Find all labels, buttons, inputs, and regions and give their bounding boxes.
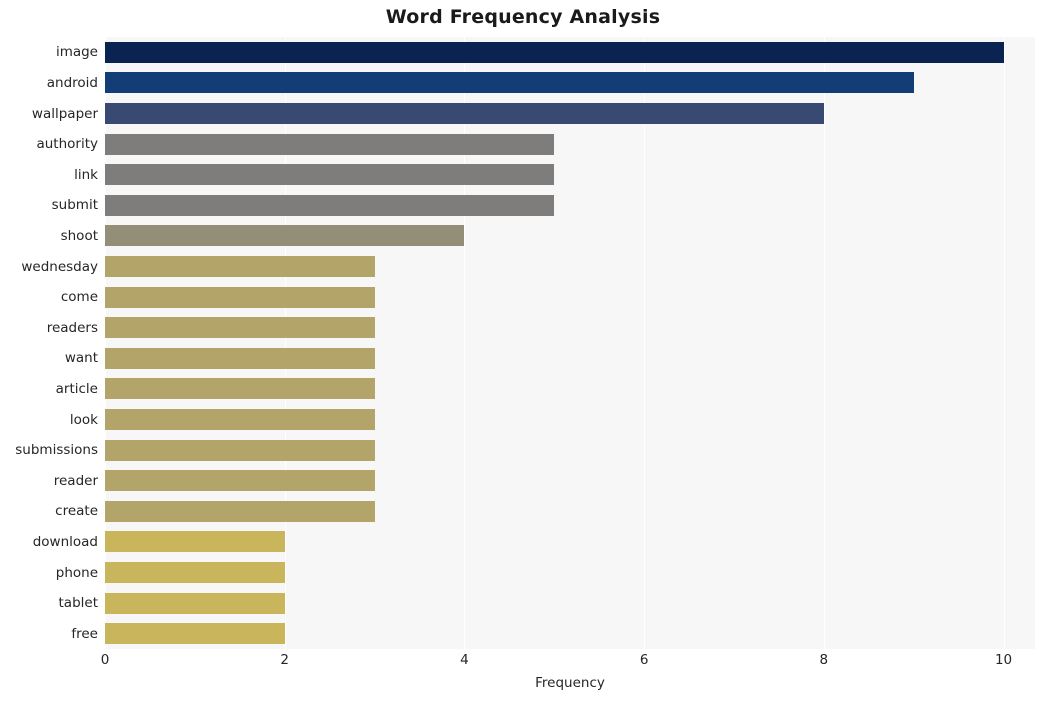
y-axis-tick-label: image [55, 44, 98, 61]
bar [105, 347, 375, 369]
bar [105, 623, 285, 645]
y-axis-tick-label: tablet [58, 595, 99, 612]
y-axis-tick-label: submissions [15, 442, 98, 459]
y-axis-tick-label: come [60, 289, 98, 306]
y-axis-tick-label: submit [51, 197, 98, 214]
bar [105, 256, 375, 277]
y-axis-tick-label: reader [53, 472, 98, 489]
x-axis-tick-label: 6 [639, 652, 649, 668]
chart-figure: Word Frequency Analysis image android wall… [0, 0, 1046, 701]
bar [105, 562, 285, 583]
bar [105, 286, 375, 308]
y-axis-tick-label: shoot [60, 227, 98, 244]
x-axis-tick-label: 2 [280, 652, 289, 668]
bar [105, 409, 375, 430]
bar [105, 194, 555, 216]
y-axis-tick-label: phone [55, 564, 98, 581]
y-axis-tick-label: link [74, 166, 98, 183]
x-axis-tick-label: 10 [994, 652, 1013, 668]
bar [105, 133, 555, 155]
chart-title: Word Frequency Analysis [385, 6, 661, 28]
bar [105, 439, 375, 461]
bar [105, 592, 285, 614]
bar [105, 225, 465, 247]
bar [105, 164, 555, 186]
x-axis-tick-label: 0 [100, 652, 110, 668]
x-axis-tick-label: 4 [460, 652, 469, 668]
y-axis-tick-label: create [55, 503, 98, 520]
bar [105, 317, 375, 339]
bar [105, 103, 824, 124]
x-axis-tick-labels: 0 2 4 6 8 10 [101, 652, 1035, 672]
y-axis-tick-label: free [71, 625, 98, 642]
y-axis-labels: image android wallpaper authority link submit… [0, 37, 98, 649]
bars-layer [105, 37, 1035, 649]
y-axis-tick-label: want [64, 350, 98, 367]
x-axis-title: Frequency [535, 675, 605, 691]
x-axis-tick-label: 8 [819, 652, 829, 668]
bar [105, 41, 1004, 63]
bar [105, 72, 914, 94]
y-axis-tick-label: article [55, 380, 98, 397]
y-axis-tick-label: authority [36, 136, 98, 153]
bar [105, 500, 375, 522]
y-axis-tick-label: look [69, 411, 98, 428]
y-axis-tick-label: android [46, 74, 98, 91]
bar [105, 378, 375, 400]
y-axis-tick-label: wednesday [21, 258, 98, 275]
bar [105, 531, 285, 553]
y-axis-tick-label: download [32, 533, 98, 550]
y-axis-tick-label: wallpaper [31, 105, 98, 122]
plot-area [105, 37, 1035, 649]
bar [105, 470, 375, 492]
y-axis-tick-label: readers [46, 319, 98, 336]
